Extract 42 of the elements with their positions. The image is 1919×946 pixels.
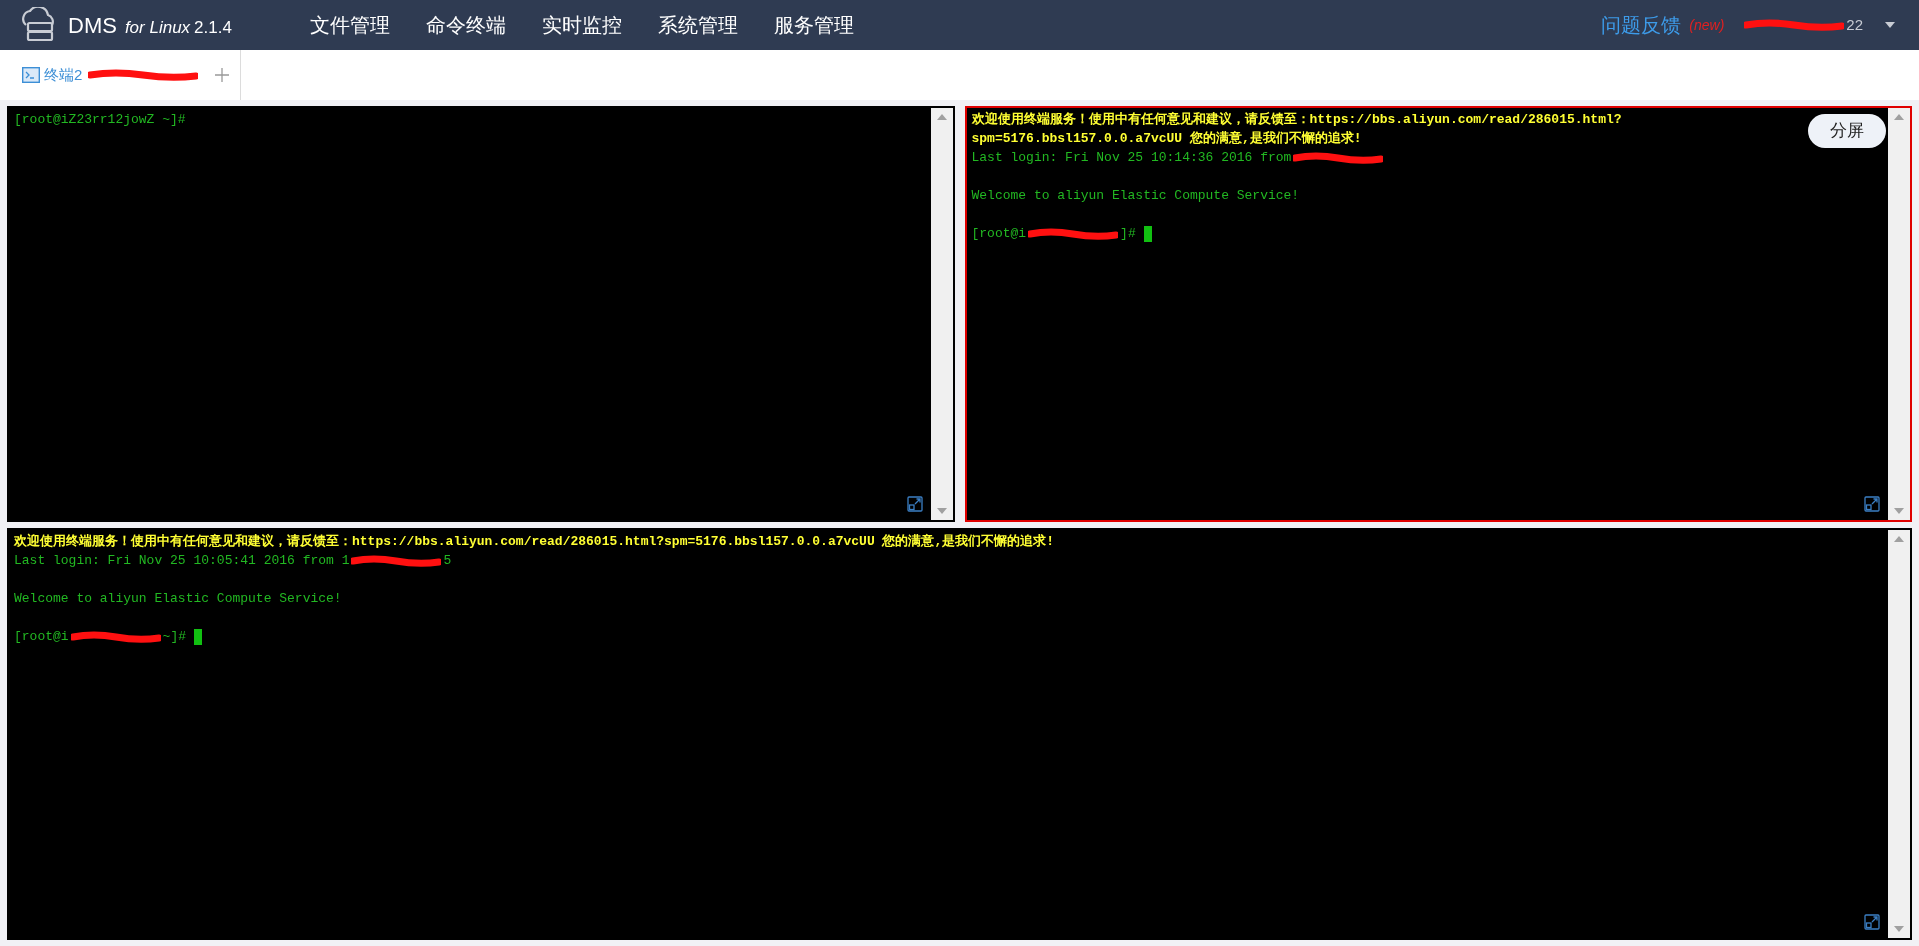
terminal-pane[interactable]	[964, 106, 1912, 522]
welcome-notice: 欢迎使用终端服务！使用中有任何意见和建议，请反馈至：https://bbs.aliyun.com/read/286015.html?spm=5176.bbsl157.0.0.a7vcUU 您的满意,是我们不懈的追求!	[971, 112, 1622, 146]
scrollbar[interactable]	[930, 108, 953, 520]
scroll-up-icon[interactable]	[1894, 536, 1904, 542]
user-name[interactable]: 22	[1846, 13, 1863, 37]
terminal-output: Welcome to aliyun Elastic Compute Service!	[971, 187, 1300, 205]
scrollbar[interactable]	[1888, 530, 1910, 938]
terminal-output: Last login: Fri Nov 25 10:14:36 2016 from	[971, 149, 1292, 167]
shell-prompt: [root@i	[971, 225, 1027, 243]
scrollbar[interactable]	[1888, 108, 1910, 520]
terminal-output: ~]#	[162, 628, 186, 646]
split-screen-button[interactable]: 分屏	[1808, 114, 1886, 148]
shell-prompt: [root@iZ23rr12jowZ ~]#	[14, 111, 186, 129]
nav-link[interactable]: 命令终端	[425, 10, 506, 40]
terminal-output: 5	[443, 552, 452, 570]
terminal-icon	[22, 67, 40, 83]
terminal-pane[interactable]: [root@iZ23rr12jowZ ~]#	[7, 106, 955, 522]
welcome-notice: 欢迎使用终端服务！使用中有任何意见和建议，请反馈至：https://bbs.aliyun.com/read/286015.html?spm=5176.bbsl157.0.0.a7vcUU 您的满意,是我们不懈的追求!	[14, 534, 1055, 549]
expand-icon[interactable]	[1864, 496, 1880, 512]
caret-icon[interactable]	[1885, 22, 1895, 28]
scroll-down-icon[interactable]	[1894, 926, 1904, 932]
app-name: DMS	[68, 11, 117, 40]
feedback-link[interactable]: 问题反馈	[1601, 10, 1682, 40]
new-label: (new)	[1689, 15, 1725, 35]
terminal-output: Last login: Fri Nov 25 10:05:41 2016 from 1	[14, 552, 350, 570]
terminal-output: Welcome to aliyun Elastic Compute Service!	[14, 590, 342, 608]
nav-link[interactable]: 实时监控	[541, 10, 622, 40]
scroll-up-icon[interactable]	[936, 114, 947, 120]
scroll-down-icon[interactable]	[1894, 508, 1904, 514]
nav-link[interactable]: 服务管理	[773, 10, 854, 40]
shell-prompt: [root@i	[14, 628, 69, 646]
terminal-tab[interactable]: 终端2	[0, 50, 205, 100]
expand-icon[interactable]	[906, 496, 923, 512]
nav-link[interactable]: 文件管理	[309, 10, 390, 40]
app-subtitle: for Linux	[124, 16, 191, 39]
scroll-down-icon[interactable]	[936, 508, 947, 514]
add-tab-icon[interactable]	[214, 67, 231, 83]
expand-icon[interactable]	[1864, 914, 1880, 930]
scroll-up-icon[interactable]	[1894, 114, 1904, 120]
app-version: 2.1.4	[194, 16, 232, 39]
nav-link[interactable]: 系统管理	[657, 10, 738, 40]
terminal-output: ]#	[1120, 225, 1136, 243]
